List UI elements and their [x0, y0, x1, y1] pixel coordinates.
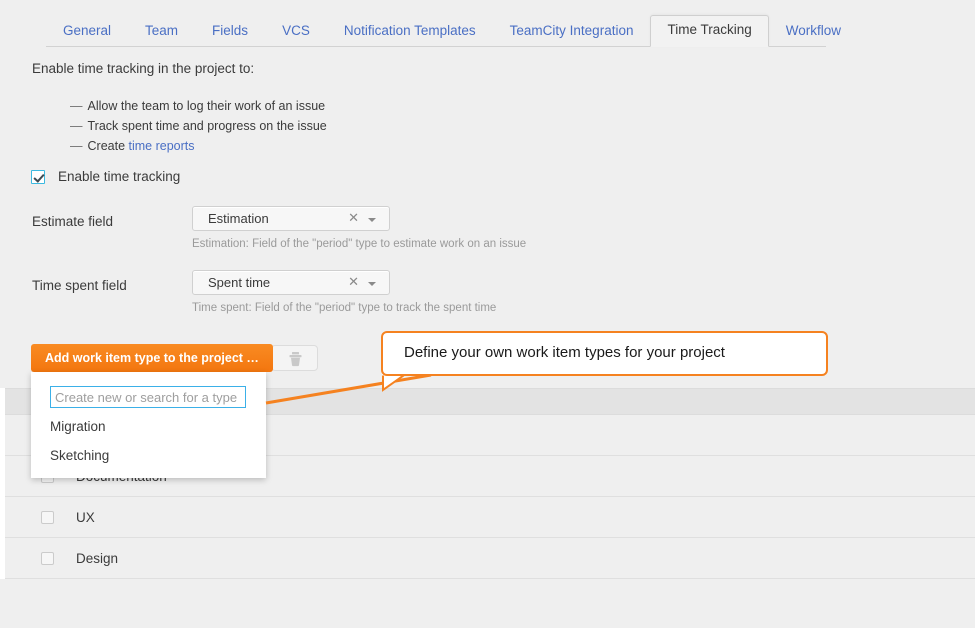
time-spent-field-hint: Time spent: Field of the "period" type t… — [192, 302, 497, 314]
callout-tooltip: Define your own work item types for your… — [381, 331, 828, 376]
time-spent-field-value: Spent time — [208, 275, 271, 290]
dropdown-item-sketching[interactable]: Sketching — [31, 441, 266, 470]
tab-fields[interactable]: Fields — [195, 16, 265, 47]
tab-team[interactable]: Team — [128, 16, 195, 47]
tab-bar: General Team Fields VCS Notification Templat… — [0, 0, 975, 48]
time-reports-link[interactable]: time reports — [129, 139, 195, 153]
add-work-item-type-button[interactable]: Add work item type to the project … — [31, 344, 273, 372]
callout-text: Define your own work item types for your… — [404, 344, 725, 361]
work-item-type-search-input[interactable] — [50, 386, 246, 408]
estimate-field-label: Estimate field — [32, 214, 114, 229]
callout-tail — [382, 373, 409, 392]
time-spent-field-select[interactable]: Spent time ✕ — [192, 270, 390, 295]
bullet-dash: — — [70, 139, 83, 153]
tab-vcs[interactable]: VCS — [265, 16, 327, 47]
delete-work-item-type-button[interactable] — [271, 345, 318, 371]
intro-lead: Enable time tracking in the project to: — [32, 61, 255, 76]
tab-general[interactable]: General — [46, 16, 128, 47]
tab-time-tracking[interactable]: Time Tracking — [650, 15, 769, 47]
bullet-dash: — — [70, 99, 83, 113]
estimate-field-clear-icon[interactable]: ✕ — [348, 210, 359, 226]
bullet-text: Create — [87, 139, 129, 153]
estimate-field-value: Estimation — [208, 211, 269, 226]
table-row[interactable]: Design — [5, 538, 975, 579]
enable-time-tracking-label: Enable time tracking — [58, 169, 181, 184]
estimate-field-select[interactable]: Estimation ✕ — [192, 206, 390, 231]
chevron-down-icon[interactable] — [368, 218, 376, 222]
time-spent-field-label: Time spent field — [32, 278, 127, 293]
estimate-field-hint: Estimation: Field of the "period" type t… — [192, 238, 527, 250]
enable-time-tracking-checkbox[interactable] — [31, 169, 45, 184]
table-row[interactable]: UX — [5, 497, 975, 538]
row-select-checkbox[interactable] — [41, 510, 54, 524]
tab-list: General Team Fields VCS Notification Templat… — [46, 15, 858, 47]
row-label: Design — [76, 550, 119, 566]
row-select-checkbox[interactable] — [41, 551, 54, 565]
intro-bullet: — Create time reports — [70, 136, 327, 156]
bullet-text: Track spent time and progress on the iss… — [87, 119, 327, 133]
bullet-text: Allow the team to log their work of an i… — [87, 99, 326, 113]
tab-workflow[interactable]: Workflow — [769, 16, 858, 47]
tab-teamcity-integration[interactable]: TeamCity Integration — [493, 16, 651, 47]
enable-time-tracking-row[interactable]: Enable time tracking — [31, 169, 180, 184]
bullet-dash: — — [70, 119, 83, 133]
dropdown-item-migration[interactable]: Migration — [31, 412, 266, 441]
intro-bullet: — Allow the team to log their work of an … — [70, 96, 327, 116]
row-label: UX — [76, 509, 95, 525]
chevron-down-icon[interactable] — [368, 282, 376, 286]
intro-bullet-list: — Allow the team to log their work of an … — [70, 96, 327, 156]
work-item-type-dropdown: MigrationSketching — [31, 372, 266, 478]
work-item-type-option-list: Migration Sketching — [31, 412, 266, 470]
time-spent-field-clear-icon[interactable]: ✕ — [348, 274, 359, 290]
tab-notification-templates[interactable]: Notification Templates — [327, 16, 493, 47]
intro-bullet: — Track spent time and progress on the is… — [70, 116, 327, 136]
